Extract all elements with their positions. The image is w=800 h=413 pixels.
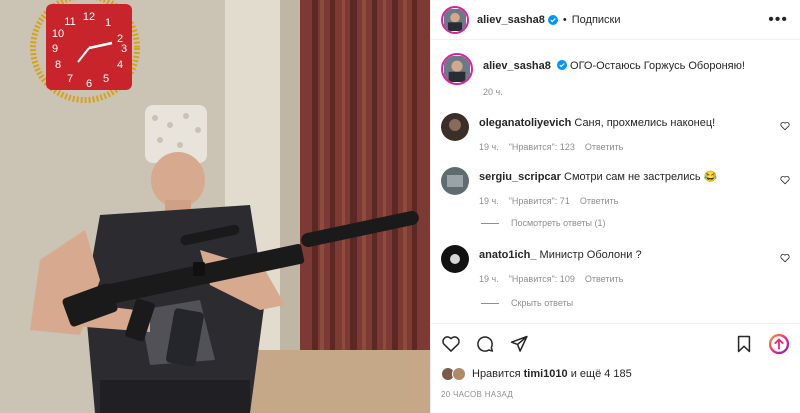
- comment-avatar[interactable]: [441, 113, 469, 141]
- comment-text: Смотри сам не застрелись 😂: [564, 171, 718, 183]
- comment-item: anato1ich_ Министр Оболони ? 19 ч. "Нрав…: [441, 245, 790, 286]
- comment-username[interactable]: sergiu_scripcar: [479, 171, 561, 183]
- comment-username[interactable]: oleganatoliyevich: [479, 117, 571, 129]
- action-bar: [431, 324, 800, 364]
- clock-digit: 12: [83, 11, 95, 23]
- comment-likes[interactable]: "Нравится": 71: [509, 194, 570, 208]
- comment-time[interactable]: 19 ч.: [479, 140, 499, 154]
- clock-digit: 5: [103, 73, 109, 85]
- caption-avatar[interactable]: [441, 53, 473, 85]
- caption-username[interactable]: aliev_sasha8: [483, 60, 551, 72]
- caption: aliev_sasha8 ОГО-Остаюсь Горжусь Обороня…: [441, 53, 788, 99]
- comment-item: oleganatoliyevich Саня, прохмелись након…: [441, 113, 790, 154]
- heart-icon[interactable]: [780, 121, 790, 131]
- author-username[interactable]: aliev_sasha8: [477, 14, 545, 26]
- post-side-panel: aliev_sasha8 • Подписки ••• aliev_sasha8…: [430, 0, 800, 413]
- clock-digit: 10: [52, 28, 64, 40]
- heart-icon[interactable]: [780, 175, 790, 185]
- view-replies-button[interactable]: Посмотреть ответы (1): [481, 218, 606, 228]
- comment-likes[interactable]: "Нравится": 109: [509, 272, 575, 286]
- comments-scroll-area[interactable]: aliev_sasha8 ОГО-Остаюсь Горжусь Обороня…: [431, 41, 800, 323]
- hide-replies-label: Скрыть ответы: [511, 298, 574, 308]
- clock-digit: 6: [86, 78, 92, 90]
- reply-button[interactable]: Ответить: [585, 272, 623, 286]
- comment-likes[interactable]: "Нравится": 123: [509, 140, 575, 154]
- photo-illustration: 12 1 2 3 4 5 6 7 8 9 10 11: [0, 0, 430, 413]
- caption-text: ОГО-Остаюсь Горжусь Обороняю!: [570, 60, 745, 72]
- post-footer: Нравится timi1010 и ещё 4 185 20 ЧАСОВ Н…: [431, 323, 800, 413]
- toggle-line: [481, 302, 499, 304]
- likes-prefix: Нравится: [472, 368, 521, 380]
- following-button[interactable]: Подписки: [572, 14, 621, 26]
- comment-time[interactable]: 19 ч.: [479, 194, 499, 208]
- toggle-line: [481, 222, 499, 224]
- clock-digit: 7: [67, 73, 73, 85]
- comment-username[interactable]: anato1ich_: [479, 249, 536, 261]
- boost-icon[interactable]: [768, 333, 790, 355]
- likes-summary[interactable]: Нравится timi1010 и ещё 4 185: [431, 364, 800, 384]
- header-separator: •: [562, 13, 567, 26]
- caption-time: 20 ч.: [483, 87, 503, 97]
- more-icon[interactable]: •••: [768, 11, 788, 28]
- posted-time: 20 ЧАСОВ НАЗАД: [441, 390, 514, 399]
- comment-avatar[interactable]: [441, 245, 469, 273]
- clock-digit: 8: [55, 59, 61, 71]
- verified-icon: [547, 14, 558, 25]
- post-view: 12 1 2 3 4 5 6 7 8 9 10 11 aliev_sasha8 …: [0, 0, 800, 413]
- comment-time[interactable]: 19 ч.: [479, 272, 499, 286]
- reply-button[interactable]: Ответить: [585, 140, 623, 154]
- reply-button[interactable]: Ответить: [580, 194, 618, 208]
- clock-digit: 3: [121, 43, 127, 55]
- likes-suffix[interactable]: и ещё 4 185: [571, 368, 632, 380]
- comment-avatar[interactable]: [441, 167, 469, 195]
- clock-digit: 1: [105, 17, 111, 29]
- post-photo[interactable]: 12 1 2 3 4 5 6 7 8 9 10 11: [0, 0, 430, 413]
- author-avatar[interactable]: [441, 5, 469, 34]
- share-icon[interactable]: [509, 334, 529, 354]
- likes-user[interactable]: timi1010: [524, 368, 568, 380]
- verified-icon: [556, 60, 567, 70]
- comment-text: Саня, прохмелись наконец!: [574, 117, 716, 129]
- heart-icon[interactable]: [441, 334, 461, 354]
- comment-icon[interactable]: [475, 334, 495, 354]
- comment-item: sergiu_scripcar Смотри сам не застрелись…: [441, 167, 790, 208]
- clock-digit: 11: [64, 16, 75, 28]
- comment-text: Министр Оболони ?: [539, 249, 642, 261]
- bookmark-icon[interactable]: [734, 334, 754, 354]
- heart-icon[interactable]: [780, 253, 790, 263]
- clock-digit: 4: [117, 59, 123, 71]
- hide-replies-button[interactable]: Скрыть ответы: [481, 298, 573, 308]
- post-header: aliev_sasha8 • Подписки •••: [431, 0, 800, 40]
- clock-digit: 9: [52, 43, 58, 55]
- view-replies-label: Посмотреть ответы (1): [511, 218, 606, 228]
- liker-avatar: [452, 367, 466, 381]
